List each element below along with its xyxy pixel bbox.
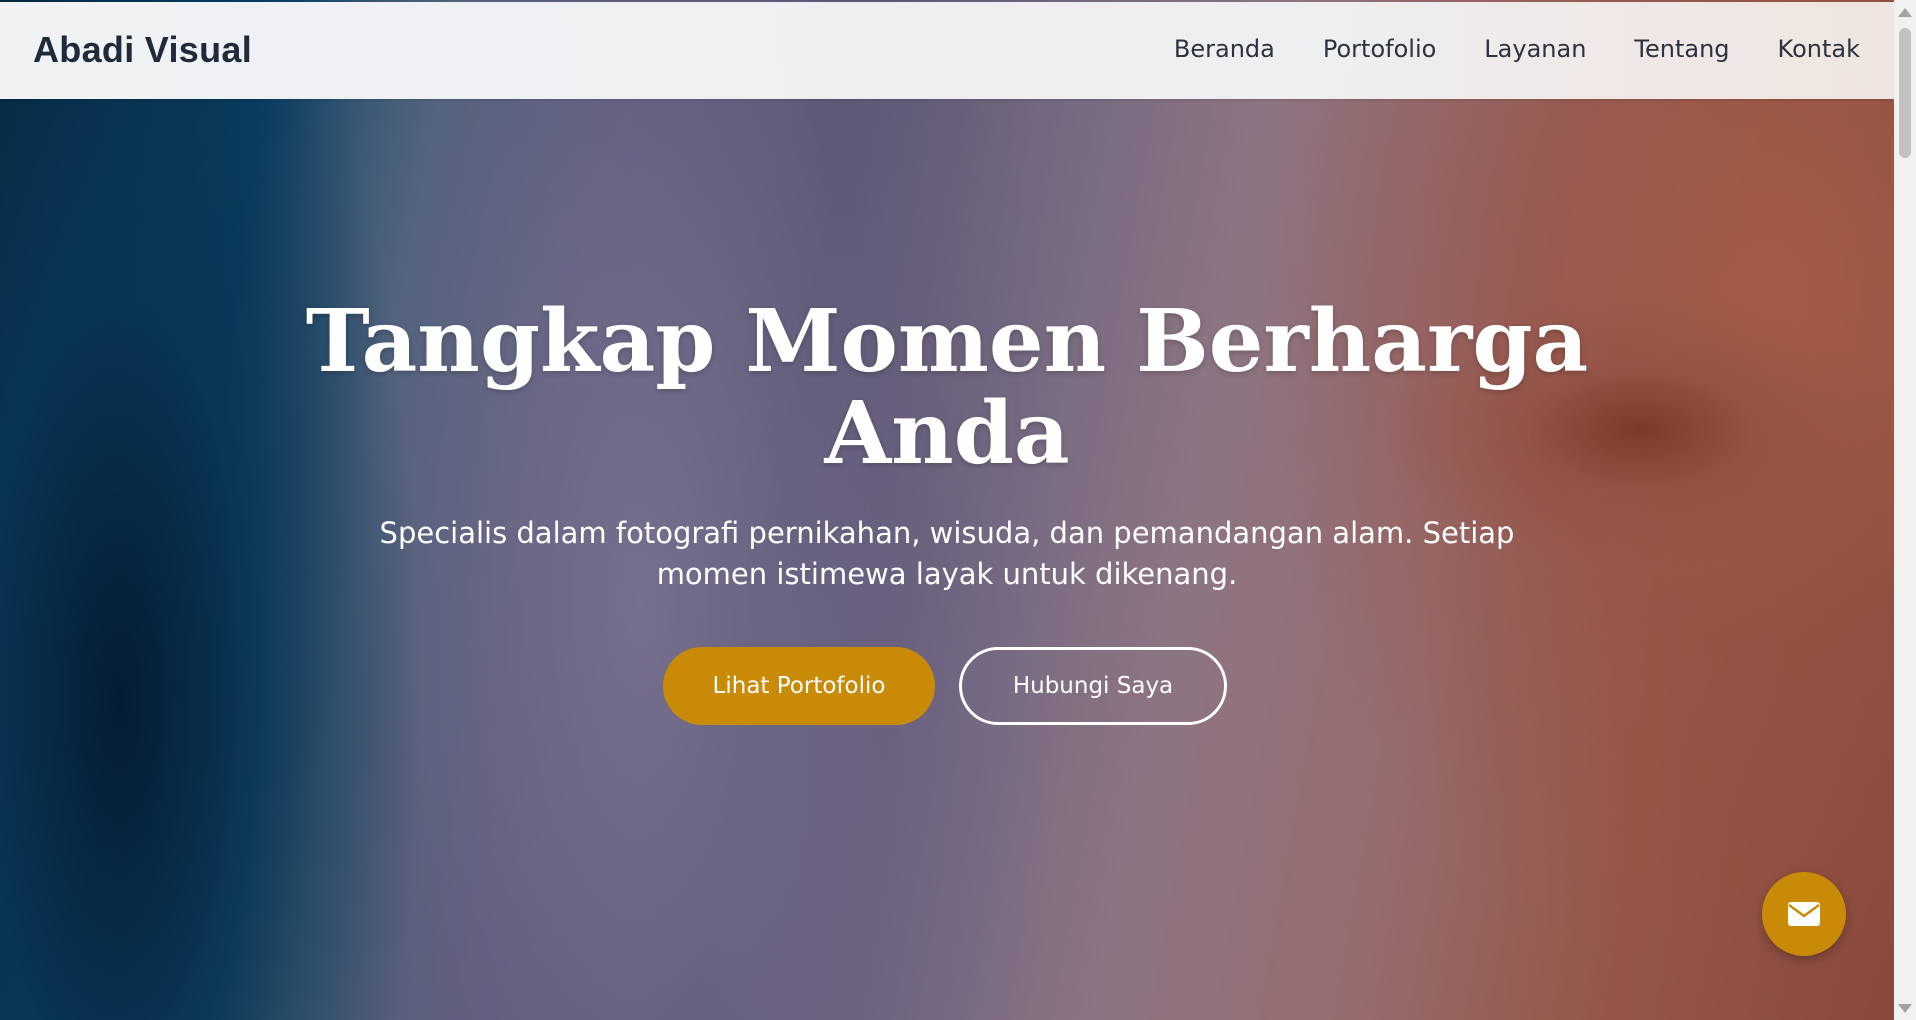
nav-item-beranda[interactable]: Beranda	[1174, 35, 1275, 63]
vertical-scrollbar[interactable]	[1894, 0, 1916, 1020]
scrollbar-thumb[interactable]	[1899, 28, 1911, 158]
hero-subtitle: Specialis dalam fotografi pernikahan, wi…	[379, 516, 1515, 591]
main-nav: Beranda Portofolio Layanan Tentang Konta…	[1174, 35, 1860, 63]
site-header: Abadi Visual Beranda Portofolio Layanan …	[0, 2, 1894, 99]
nav-item-tentang[interactable]: Tentang	[1634, 35, 1729, 63]
floating-contact-button[interactable]	[1762, 872, 1846, 956]
nav-item-kontak[interactable]: Kontak	[1778, 35, 1860, 63]
scroll-up-arrow-icon[interactable]	[1898, 8, 1912, 17]
page: Abadi Visual Beranda Portofolio Layanan …	[0, 0, 1916, 1020]
view-portfolio-button[interactable]: Lihat Portofolio	[663, 647, 935, 725]
nav-item-layanan[interactable]: Layanan	[1484, 35, 1586, 63]
hero-section: Tangkap Momen Berharga Anda Specialis da…	[0, 0, 1894, 1020]
hero-title: Tangkap Momen Berharga Anda	[305, 291, 1589, 484]
brand-logo[interactable]: Abadi Visual	[33, 29, 252, 71]
scroll-down-arrow-icon[interactable]	[1898, 1004, 1912, 1013]
contact-me-button[interactable]: Hubungi Saya	[959, 647, 1227, 725]
envelope-icon	[1788, 902, 1820, 926]
nav-item-portofolio[interactable]: Portofolio	[1323, 35, 1436, 63]
